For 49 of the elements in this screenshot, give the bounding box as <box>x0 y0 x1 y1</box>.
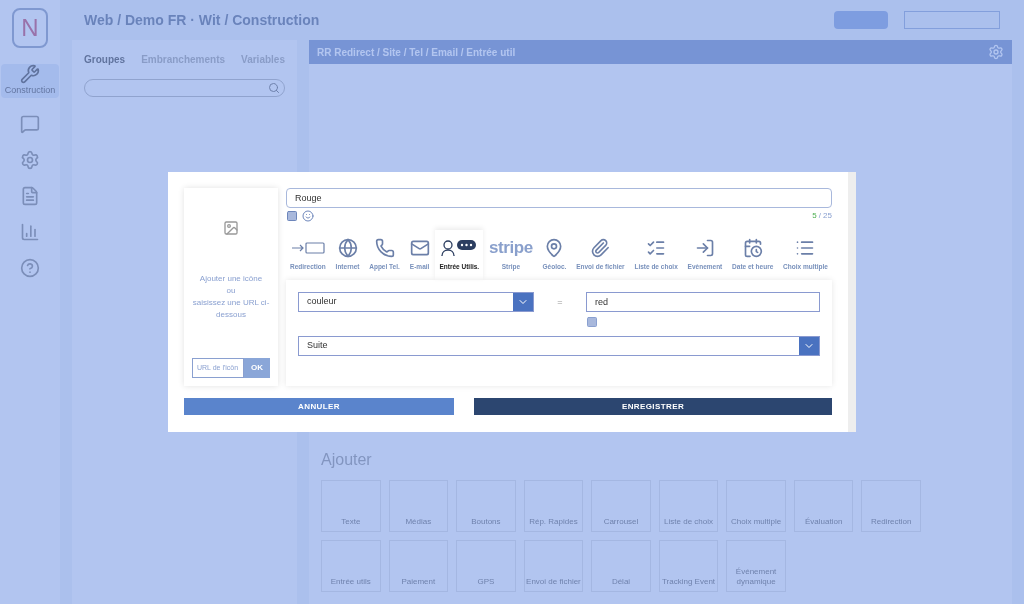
panel-title: RR Redirect / Site / Tel / Email / Entrée util <box>317 45 516 60</box>
element-tile[interactable]: Tracking Event <box>658 540 719 592</box>
phone-icon <box>374 238 395 258</box>
mail-icon <box>409 238 430 258</box>
emoji-icon[interactable] <box>302 210 314 222</box>
value-field[interactable]: red <box>586 291 820 312</box>
arrow-box-icon <box>290 241 325 255</box>
list-icon <box>795 238 816 258</box>
help-icon <box>20 257 40 278</box>
element-tile[interactable]: Médias <box>388 480 449 532</box>
stripe-logo: stripe <box>489 238 533 258</box>
save-button[interactable]: ENREGISTRER <box>474 398 832 415</box>
globe-icon <box>337 238 358 258</box>
operator-sign: = <box>556 295 564 309</box>
element-tile[interactable]: Choix multiple <box>726 480 786 532</box>
next-select[interactable]: Suite <box>298 335 820 356</box>
character-count: 5 <box>812 210 817 222</box>
icon-hint: Ajouter une icône ou saisissez une URL ci-dessous <box>192 273 270 321</box>
image-icon <box>223 220 239 236</box>
document-icon <box>20 185 40 206</box>
panel-tab[interactable]: Groupes <box>84 52 126 67</box>
character-limit: / 25 <box>818 210 832 222</box>
ok-button[interactable]: OK <box>244 358 270 378</box>
paperclip-icon <box>590 238 611 258</box>
element-tile[interactable]: Évaluation <box>793 480 854 532</box>
chat-icon <box>20 113 40 134</box>
breadcrumb: Web / Demo FR · Wit / Construction <box>84 10 321 30</box>
sidebar-item[interactable]: Construction <box>0 64 60 98</box>
cancel-button[interactable]: ANNULER <box>184 398 454 415</box>
search-icon <box>268 82 280 94</box>
calendar-clock-icon <box>742 238 763 258</box>
settings-icon[interactable] <box>988 44 1004 60</box>
format-icon[interactable] <box>286 210 298 222</box>
element-tile[interactable]: Redirection <box>861 480 921 532</box>
element-tile[interactable]: Rép. Rapides <box>523 480 584 532</box>
toolbar-button[interactable] <box>834 11 888 29</box>
chart-icon <box>20 221 40 242</box>
wrench-icon <box>20 64 40 84</box>
enter-icon <box>694 238 715 258</box>
element-tile[interactable]: Texte <box>321 480 381 532</box>
format-icon[interactable] <box>586 315 598 328</box>
user-chat-icon <box>441 239 478 257</box>
variable-select[interactable]: couleur <box>298 291 534 312</box>
element-tile[interactable]: Boutons <box>456 480 516 532</box>
logo: N <box>12 8 48 48</box>
title-field[interactable]: Rouge <box>286 188 832 208</box>
toolbar-button[interactable] <box>904 11 1000 29</box>
list-icon <box>646 238 667 258</box>
settings-icon <box>20 149 40 170</box>
